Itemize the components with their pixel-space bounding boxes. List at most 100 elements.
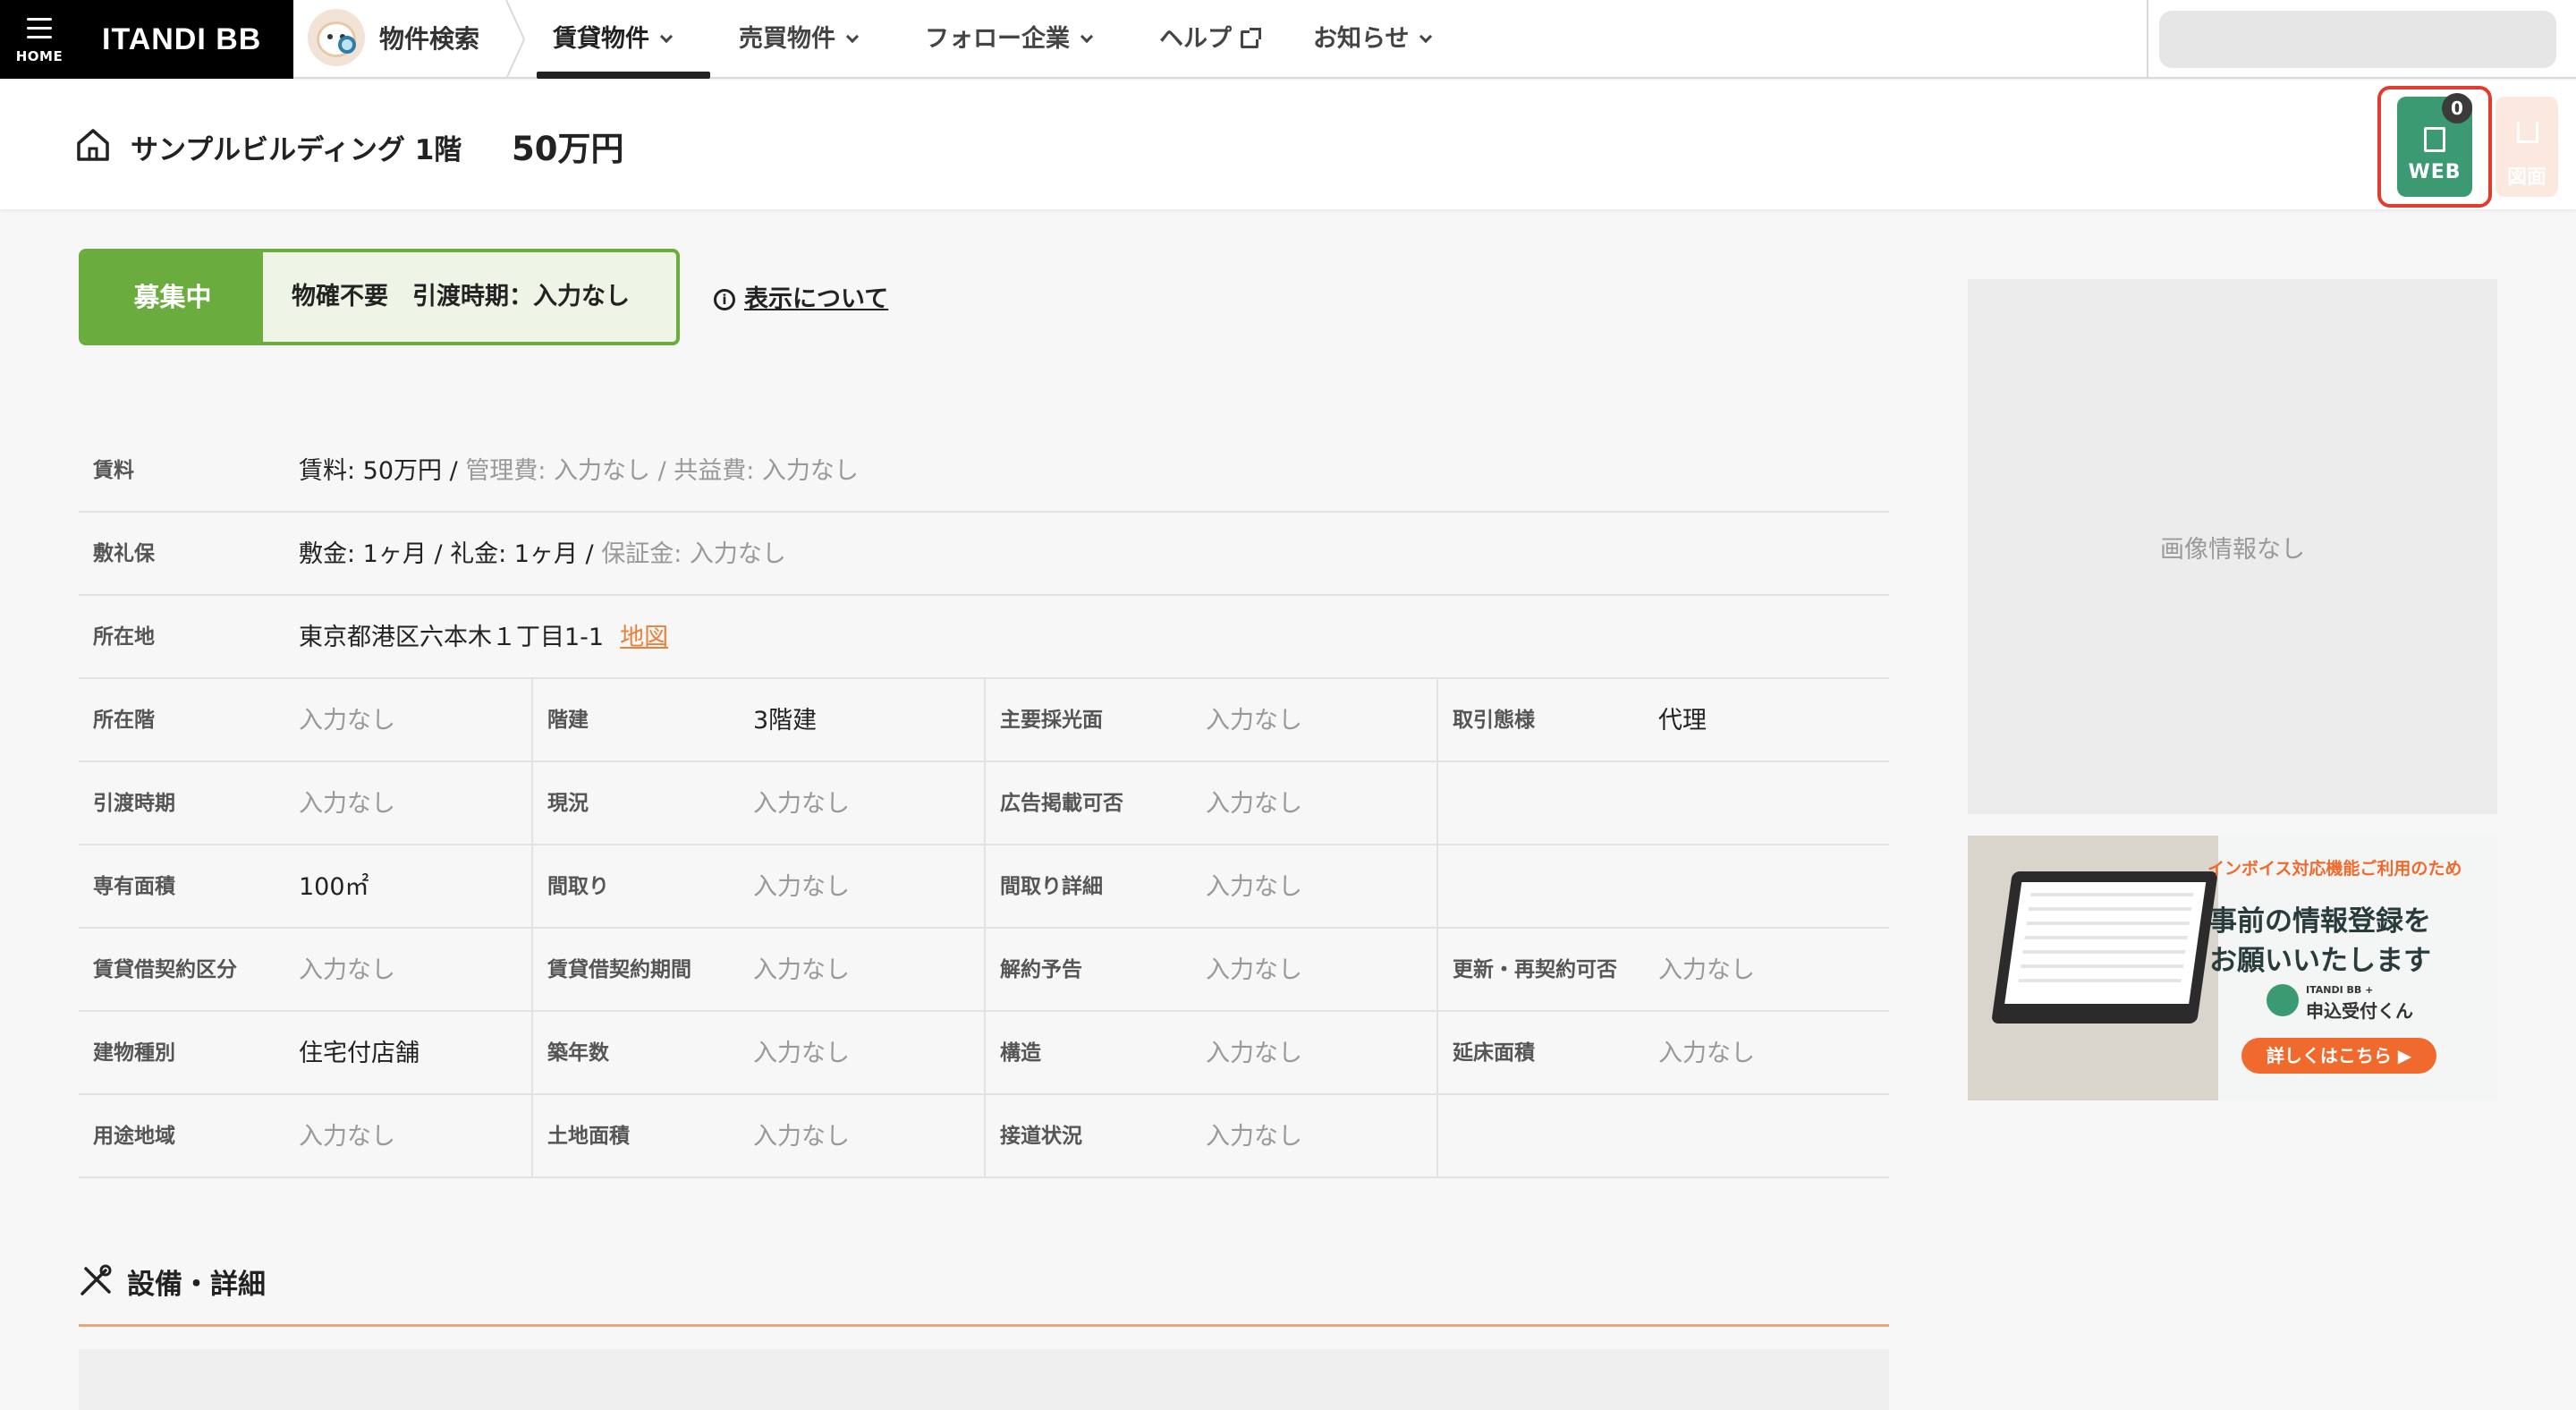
address-text: 東京都港区六本木１丁目1-1 xyxy=(299,624,605,651)
detail-cell-value: 入力なし xyxy=(1206,1040,1302,1067)
deposit-row: 敷礼保 敷金: 1ヶ月 / 礼金: 1ヶ月 / 保証金: 入力なし xyxy=(79,513,1889,596)
building-name: サンプルビルディング 1階 xyxy=(131,134,462,166)
detail-grid-row: 引渡時期 入力なし 現況 入力なし 広告掲載可否 入力なし xyxy=(79,762,1889,845)
detail-cell-label: 更新・再契約可否 xyxy=(1453,958,1617,981)
detail-cell xyxy=(1436,845,1889,929)
detail-cell xyxy=(1436,1095,1889,1178)
detail-cell-value: 入力なし xyxy=(753,790,850,818)
detail-grid-row: 建物種別 住宅付店舗 築年数 入力なし 構造 入力なし 延床面積 入力なし xyxy=(79,1012,1889,1095)
detail-cell: 土地面積 入力なし xyxy=(531,1095,984,1178)
address-value: 東京都港区六本木１丁目1-1 地図 xyxy=(299,596,668,679)
detail-cell-value: 入力なし xyxy=(1206,1123,1302,1151)
detail-cell: 所在階 入力なし xyxy=(79,679,531,762)
product-logo-icon xyxy=(2267,984,2299,1016)
detail-grid-row: 賃貸借契約区分 入力なし 賃貸借契約期間 入力なし 解約予告 入力なし 更新・再契約可否 入力… xyxy=(79,929,1889,1012)
property-search-label: 物件検索 xyxy=(379,24,480,54)
ad-headline-1: 事前の情報登録を xyxy=(2209,905,2431,938)
detail-grid-row: 専有面積 100㎡ 間取り 入力なし 間取り詳細 入力なし xyxy=(79,845,1889,929)
nav-follow-label: フォロー企業 xyxy=(925,25,1070,53)
detail-cell xyxy=(1436,762,1889,845)
nav-rental-label: 賃貸物件 xyxy=(553,25,649,53)
ad-photo xyxy=(1968,836,2218,1100)
detail-cell-label: 所在階 xyxy=(93,709,155,732)
property-image-placeholder: 画像情報なし xyxy=(1968,279,2497,814)
active-tab-indicator xyxy=(537,72,710,79)
ad-product-name: 申込受付くん xyxy=(2306,1000,2413,1022)
detail-cell-label: 主要採光面 xyxy=(1000,709,1103,732)
detail-cell-label: 賃貸借契約区分 xyxy=(93,958,237,981)
chevron-down-icon xyxy=(1080,30,1094,44)
detail-cell-label: 賃貸借契約期間 xyxy=(547,958,691,981)
ad-cta-button[interactable]: 詳しくはこちら ▶ xyxy=(2241,1038,2436,1074)
breadcrumb-chevron-icon xyxy=(505,0,526,79)
property-details-table: 賃料 賃料: 50万円 / 管理費: 入力なし / 共益費: 入力なし 敷礼保 … xyxy=(79,429,1889,1178)
invoice-ad-banner[interactable]: インボイス対応機能ご利用のため 事前の情報登録を お願いいたします ITANDI… xyxy=(1968,836,2497,1100)
nav-help[interactable]: ヘルプ xyxy=(1159,0,1261,79)
detail-cell-value: 入力なし xyxy=(299,707,395,735)
mascot-search-icon xyxy=(308,9,365,66)
detail-cell-label: 専有面積 xyxy=(93,875,175,898)
detail-cell-value: 入力なし xyxy=(1206,790,1302,818)
property-search-link[interactable]: 物件検索 xyxy=(293,0,508,79)
map-link[interactable]: 地図 xyxy=(620,624,668,651)
detail-cell-label: 解約予告 xyxy=(1000,958,1082,981)
detail-cell-label: 延床面積 xyxy=(1453,1041,1535,1065)
detail-cell: 築年数 入力なし xyxy=(531,1012,984,1095)
detail-cell-value: 入力なし xyxy=(1658,956,1755,984)
rent-label: 賃料 xyxy=(93,459,134,482)
home-menu-button[interactable]: HOME xyxy=(0,0,79,79)
web-button-label: WEB xyxy=(2408,161,2462,183)
nav-sale-label: 売買物件 xyxy=(739,25,835,53)
detail-cell-label: 建物種別 xyxy=(93,1041,175,1065)
detail-cell: 取引態様 代理 xyxy=(1436,679,1889,762)
detail-cell-value: 入力なし xyxy=(1206,873,1302,901)
deposit-amount: 敷金: 1ヶ月 / 礼金: 1ヶ月 / xyxy=(299,540,602,568)
rent-price: 50万円 xyxy=(512,130,624,168)
detail-cell: 用途地域 入力なし xyxy=(79,1095,531,1178)
download-icon xyxy=(2517,122,2538,143)
floorplan-download-button[interactable]: 図面 xyxy=(2496,97,2558,197)
user-account-menu[interactable] xyxy=(2159,11,2556,68)
detail-cell: 広告掲載可否 入力なし xyxy=(984,762,1436,845)
detail-cell-label: 用途地域 xyxy=(93,1125,175,1148)
detail-cell-value: 入力なし xyxy=(1658,1040,1755,1067)
nav-sale-properties[interactable]: 売買物件 xyxy=(739,0,860,79)
home-label: HOME xyxy=(15,48,64,64)
rent-amount: 賃料: 50万円 / xyxy=(299,457,466,485)
chevron-down-icon xyxy=(845,30,860,44)
nav-notifications[interactable]: お知らせ xyxy=(1313,0,1433,79)
detail-cell-label: 構造 xyxy=(1000,1041,1041,1065)
detail-cell-value: 入力なし xyxy=(1206,707,1302,735)
ad-headline-2: お願いいたします xyxy=(2209,945,2431,977)
no-image-text: 画像情報なし xyxy=(2160,536,2305,564)
detail-grid-row: 所在階 入力なし 階建 3階建 主要採光面 入力なし 取引態様 代理 xyxy=(79,679,1889,762)
nav-follow-companies[interactable]: フォロー企業 xyxy=(925,0,1094,79)
nav-divider xyxy=(2147,0,2148,79)
detail-cell: 階建 3階建 xyxy=(531,679,984,762)
status-badge: 募集中 xyxy=(82,252,263,342)
address-label: 所在地 xyxy=(93,625,155,649)
tools-icon xyxy=(80,1264,112,1295)
equipment-panel xyxy=(79,1349,1889,1410)
nav-rental-properties[interactable]: 賃貸物件 xyxy=(553,0,674,79)
detail-cell-value: 入力なし xyxy=(299,956,395,984)
status-details: 物確不要 引渡時期：入力なし xyxy=(292,283,630,310)
section-divider xyxy=(79,1324,1889,1327)
section-title-equipment: 設備・詳細 xyxy=(79,1260,266,1302)
nav-help-label: ヘルプ xyxy=(1159,25,1232,53)
display-info-link[interactable]: i 表示について xyxy=(714,279,888,314)
recruitment-status-banner: 募集中 物確不要 引渡時期：入力なし xyxy=(79,249,680,345)
detail-cell: 賃貸借契約区分 入力なし xyxy=(79,929,531,1012)
detail-cell: 主要採光面 入力なし xyxy=(984,679,1436,762)
deposit-label: 敷礼保 xyxy=(93,542,155,565)
ad-subtitle: インボイス対応機能ご利用のため xyxy=(2207,859,2462,879)
detail-cell-label: 引渡時期 xyxy=(93,792,175,815)
house-icon xyxy=(77,129,109,161)
brand-logo[interactable]: ITANDI BB xyxy=(79,0,293,79)
laptop-image xyxy=(1991,871,2218,1024)
info-icon: i xyxy=(714,289,735,310)
display-info-label: 表示について xyxy=(744,285,889,313)
detail-cell: 専有面積 100㎡ xyxy=(79,845,531,929)
detail-cell: 更新・再契約可否 入力なし xyxy=(1436,929,1889,1012)
address-row: 所在地 東京都港区六本木１丁目1-1 地図 xyxy=(79,596,1889,679)
